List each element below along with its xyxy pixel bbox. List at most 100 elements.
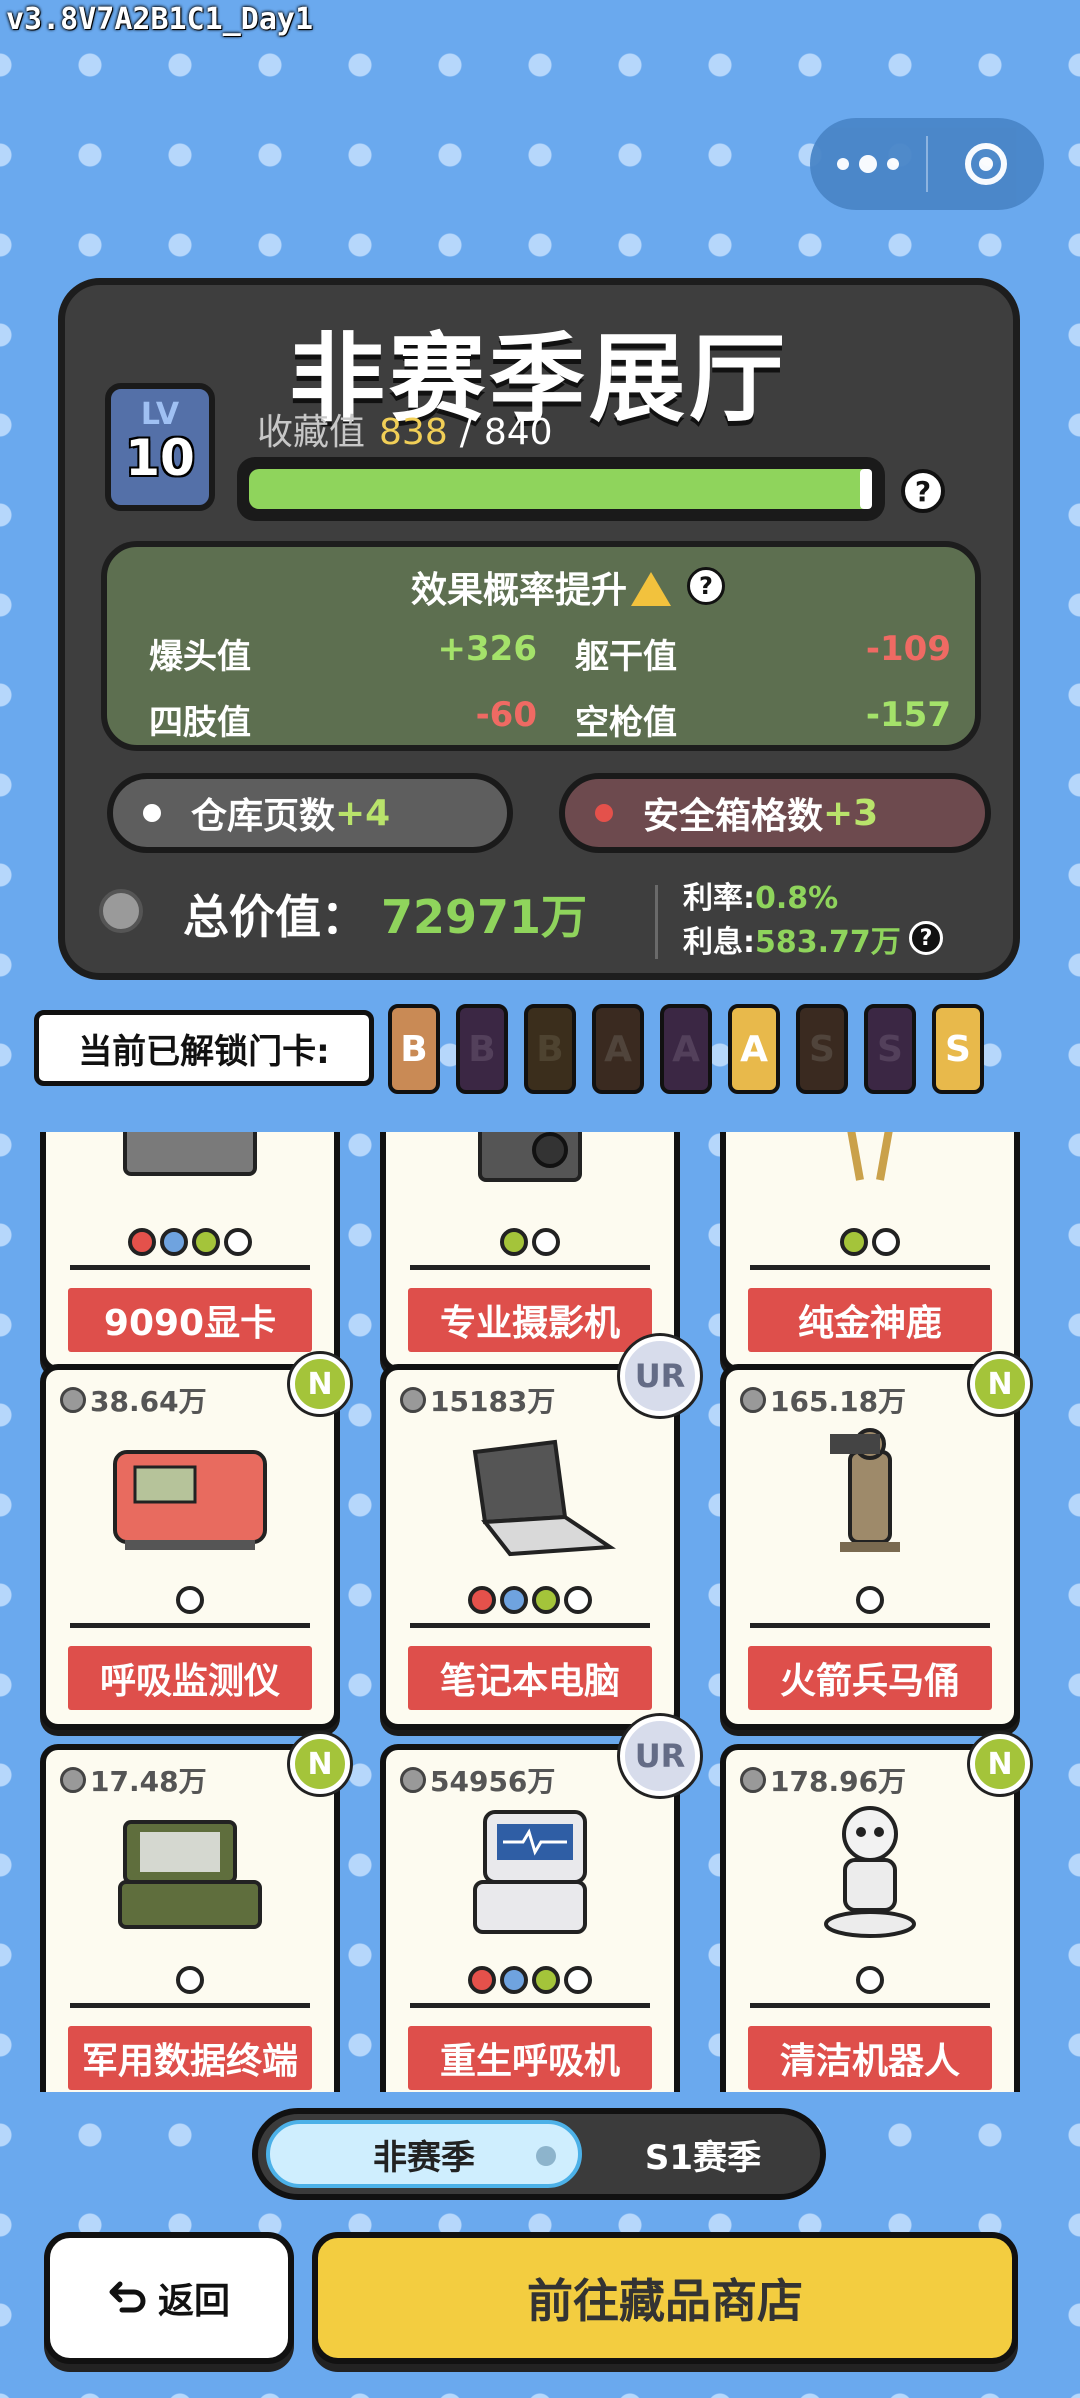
back-arrow-icon bbox=[109, 2281, 146, 2313]
item-name: 呼吸监测仪 bbox=[68, 1646, 312, 1710]
key-card: B bbox=[524, 1004, 576, 1094]
key-card: B bbox=[388, 1004, 440, 1094]
back-button[interactable]: 返回 bbox=[44, 2232, 294, 2364]
collect-help-icon[interactable]: ? bbox=[901, 469, 945, 513]
stat-label-limbs: 四肢值 bbox=[149, 703, 251, 743]
stat-label-miss: 空枪值 bbox=[575, 703, 677, 743]
coin-icon bbox=[60, 1767, 86, 1793]
effect-icons bbox=[46, 1228, 334, 1256]
item-name: 火箭兵马俑 bbox=[748, 1646, 992, 1710]
terracotta-warrior-image bbox=[766, 1422, 974, 1562]
item-price: 15183万 bbox=[400, 1380, 555, 1420]
stat-value-headshot: +326 bbox=[437, 629, 537, 669]
rarity-badge-n: N bbox=[970, 1734, 1030, 1794]
effect-icons bbox=[726, 1228, 1014, 1256]
item-name: 军用数据终端 bbox=[68, 2026, 312, 2090]
collect-progress-tip bbox=[860, 469, 872, 509]
version-label: v3.8V7A2B1C1_Day1 bbox=[6, 2, 314, 37]
effect-help-icon[interactable]: ? bbox=[687, 567, 725, 605]
item-name: 9090显卡 bbox=[68, 1288, 312, 1352]
coin-icon bbox=[740, 1387, 766, 1413]
more-menu-icon[interactable] bbox=[810, 155, 926, 173]
collection-grid[interactable]: 9090显卡 专业摄影机 纯金神鹿 38.64万 呼吸监测仪 N 15183万 … bbox=[0, 1132, 1080, 2092]
tab-s1-season[interactable]: S1赛季 bbox=[598, 2120, 808, 2188]
item-name: 笔记本电脑 bbox=[408, 1646, 652, 1710]
key-card: S bbox=[864, 1004, 916, 1094]
warehouse-pages-pill[interactable]: 仓库页数 +4 bbox=[107, 773, 513, 853]
effect-icons bbox=[46, 1966, 334, 1994]
item-price: 178.96万 bbox=[740, 1760, 906, 1800]
item-name: 专业摄影机 bbox=[408, 1288, 652, 1352]
cleaning-robot-image bbox=[766, 1802, 974, 1942]
effect-title: 效果概率提升 bbox=[107, 561, 975, 613]
total-value-label: 总价值： bbox=[183, 890, 367, 944]
key-card: A bbox=[728, 1004, 780, 1094]
camera-image bbox=[426, 1132, 634, 1204]
item-name: 清洁机器人 bbox=[748, 2026, 992, 2090]
item-price: 54956万 bbox=[400, 1760, 555, 1800]
coin-icon bbox=[740, 1767, 766, 1793]
laptop-image bbox=[426, 1422, 634, 1562]
level-label: LV bbox=[140, 397, 180, 432]
back-label: 返回 bbox=[157, 2281, 230, 2322]
effect-icons bbox=[726, 1586, 1014, 1614]
coin-icon bbox=[400, 1387, 426, 1413]
collect-max: 840 bbox=[483, 412, 553, 453]
coin-icon bbox=[60, 1387, 86, 1413]
key-card: A bbox=[660, 1004, 712, 1094]
collection-item[interactable]: 纯金神鹿 bbox=[720, 1132, 1020, 1372]
dot-icon bbox=[595, 804, 613, 822]
collect-current: 838 bbox=[379, 412, 448, 453]
collection-item[interactable]: 38.64万 呼吸监测仪 bbox=[40, 1364, 340, 1730]
golden-deer-image bbox=[766, 1132, 974, 1204]
collection-item[interactable]: 165.18万 火箭兵马俑 bbox=[720, 1364, 1020, 1730]
effect-icons bbox=[386, 1586, 674, 1614]
interest-rate: 利率:0.8% bbox=[683, 881, 839, 916]
collection-item[interactable]: 17.48万 军用数据终端 bbox=[40, 1744, 340, 2092]
effect-icons bbox=[726, 1966, 1014, 1994]
interest-help-icon[interactable]: ? bbox=[909, 921, 943, 955]
collection-item[interactable]: 9090显卡 bbox=[40, 1132, 340, 1372]
item-price: 165.18万 bbox=[740, 1380, 906, 1420]
tab-off-season[interactable]: 非赛季 bbox=[266, 2120, 582, 2188]
collection-item[interactable]: 54956万 重生呼吸机 bbox=[380, 1744, 680, 2092]
mini-program-capsule[interactable] bbox=[810, 118, 1044, 210]
total-value: 72971万 bbox=[381, 890, 588, 944]
key-card: S bbox=[932, 1004, 984, 1094]
warehouse-plus: +4 bbox=[335, 792, 391, 834]
safebox-plus: +3 bbox=[823, 792, 879, 834]
ventilator-image bbox=[426, 1802, 634, 1942]
season-toggle[interactable]: 非赛季 S1赛季 bbox=[252, 2108, 826, 2200]
collection-item[interactable]: 专业摄影机 bbox=[380, 1132, 680, 1372]
effect-icons bbox=[386, 1966, 674, 1994]
level-badge: LV 10 bbox=[105, 383, 215, 511]
key-card: S bbox=[796, 1004, 848, 1094]
collect-separator: / bbox=[459, 412, 472, 453]
effect-icons bbox=[386, 1228, 674, 1256]
item-price: 17.48万 bbox=[60, 1760, 207, 1800]
up-arrow-icon bbox=[631, 572, 671, 606]
rarity-badge-ur: UR bbox=[620, 1336, 700, 1416]
collection-item[interactable]: 178.96万 清洁机器人 bbox=[720, 1744, 1020, 2092]
close-miniprogram-icon[interactable] bbox=[928, 143, 1044, 185]
collect-progress-fill bbox=[249, 469, 872, 509]
item-name: 重生呼吸机 bbox=[408, 2026, 652, 2090]
collect-progress-bar bbox=[237, 457, 885, 521]
unlocked-cards-label: 当前已解锁门卡: bbox=[34, 1010, 374, 1086]
rarity-badge-n: N bbox=[290, 1734, 350, 1794]
collection-item[interactable]: 15183万 笔记本电脑 bbox=[380, 1364, 680, 1730]
stat-label-torso: 躯干值 bbox=[575, 637, 677, 677]
divider bbox=[655, 885, 658, 959]
graphics-card-image bbox=[86, 1132, 294, 1204]
toggle-knob bbox=[536, 2146, 556, 2166]
hall-panel: 非赛季展厅 LV 10 收藏值 838/840 ? 效果概率提升 ? 爆头值 +3… bbox=[58, 278, 1020, 980]
stat-value-limbs: -60 bbox=[475, 695, 537, 735]
rarity-badge-n: N bbox=[970, 1354, 1030, 1414]
goto-shop-button[interactable]: 前往藏品商店 bbox=[312, 2232, 1018, 2364]
breath-monitor-image bbox=[86, 1422, 294, 1562]
stat-value-torso: -109 bbox=[865, 629, 951, 669]
safebox-slots-pill[interactable]: 安全箱格数 +3 bbox=[559, 773, 991, 853]
item-price: 38.64万 bbox=[60, 1380, 207, 1420]
level-value: 10 bbox=[125, 429, 195, 487]
stat-value-miss: -157 bbox=[865, 695, 951, 735]
